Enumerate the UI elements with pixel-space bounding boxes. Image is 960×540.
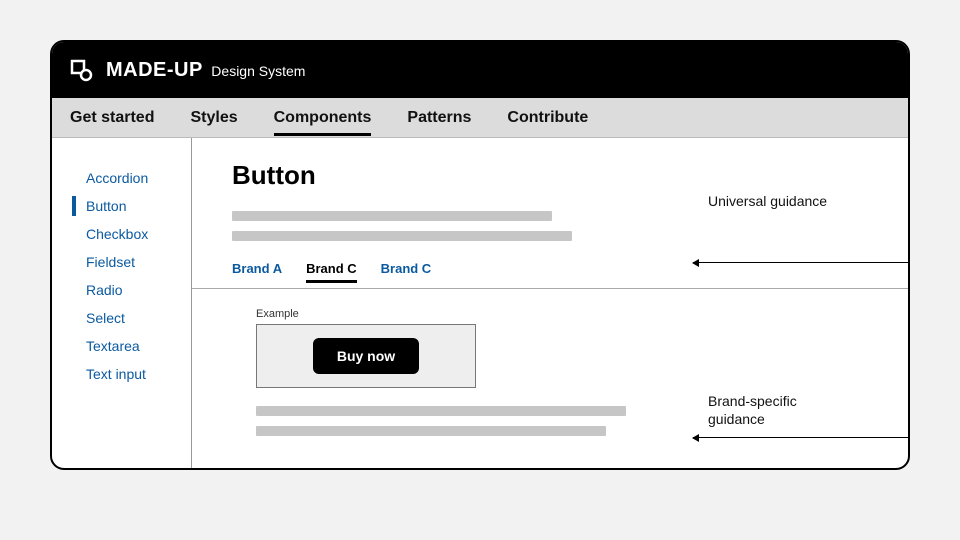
sidebar-item-checkbox[interactable]: Checkbox bbox=[76, 220, 191, 248]
sidebar-item-radio[interactable]: Radio bbox=[76, 276, 191, 304]
arrow-icon bbox=[693, 437, 908, 438]
nav-contribute[interactable]: Contribute bbox=[507, 101, 588, 135]
placeholder-text bbox=[232, 231, 572, 241]
component-sidebar: Accordion Button Checkbox Fieldset Radio… bbox=[52, 138, 192, 468]
nav-styles[interactable]: Styles bbox=[190, 101, 237, 135]
arrow-icon bbox=[693, 262, 908, 263]
sidebar-item-fieldset[interactable]: Fieldset bbox=[76, 248, 191, 276]
primary-nav: Get started Styles Components Patterns C… bbox=[52, 98, 908, 138]
titlebar: MADE-UP Design System bbox=[52, 42, 908, 98]
brand-name: MADE-UP Design System bbox=[106, 59, 305, 82]
nav-components[interactable]: Components bbox=[274, 101, 372, 135]
buy-now-button[interactable]: Buy now bbox=[313, 338, 419, 374]
sidebar-item-accordion[interactable]: Accordion bbox=[76, 164, 191, 192]
sidebar-item-button[interactable]: Button bbox=[76, 192, 191, 220]
logo-icon bbox=[70, 58, 94, 82]
example-label: Example bbox=[256, 308, 908, 320]
placeholder-text bbox=[256, 426, 606, 436]
brand-tab-c2[interactable]: Brand C bbox=[381, 261, 432, 282]
annotation-universal: Universal guidance bbox=[708, 192, 838, 210]
brand-tabs: Brand A Brand C Brand C bbox=[232, 261, 908, 282]
sidebar-item-select[interactable]: Select bbox=[76, 304, 191, 332]
placeholder-text bbox=[232, 211, 552, 221]
nav-patterns[interactable]: Patterns bbox=[407, 101, 471, 135]
nav-get-started[interactable]: Get started bbox=[70, 101, 154, 135]
page-title: Button bbox=[232, 160, 908, 191]
sidebar-item-textarea[interactable]: Textarea bbox=[76, 332, 191, 360]
example-preview: Buy now bbox=[256, 324, 476, 388]
brand-tab-c[interactable]: Brand C bbox=[306, 261, 357, 282]
app-window: MADE-UP Design System Get started Styles… bbox=[50, 40, 910, 470]
placeholder-text bbox=[256, 406, 626, 416]
annotation-brand-specific: Brand-specific guidance bbox=[708, 392, 838, 428]
brand-tab-a[interactable]: Brand A bbox=[232, 261, 282, 282]
sidebar-item-text-input[interactable]: Text input bbox=[76, 360, 191, 388]
divider bbox=[192, 288, 908, 289]
